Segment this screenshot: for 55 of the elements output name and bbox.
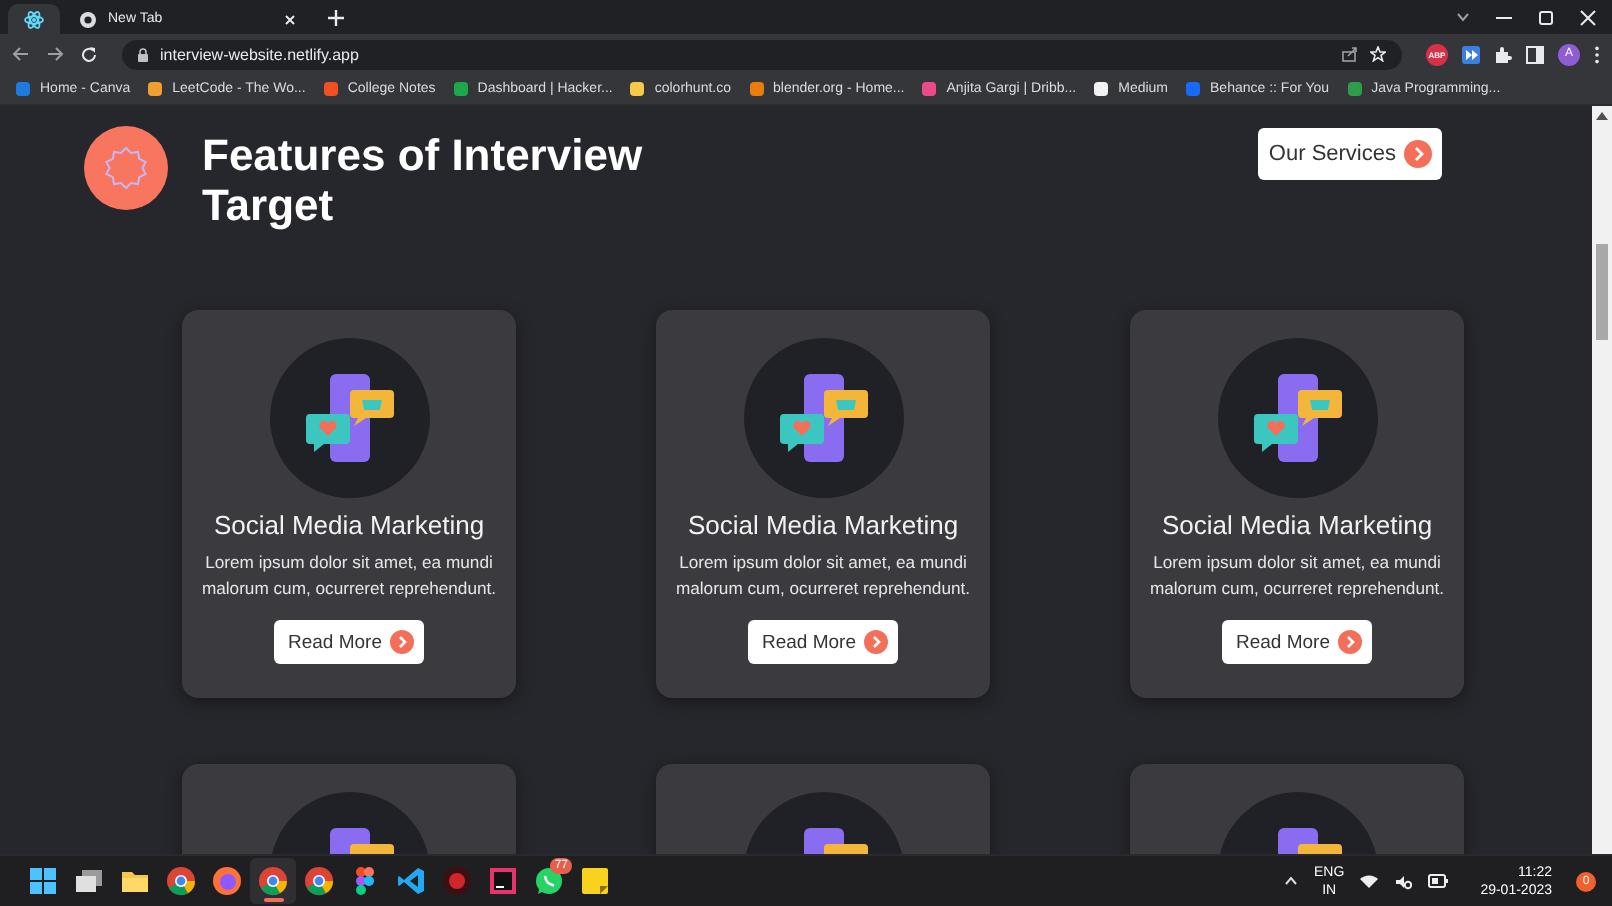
- card-description: Lorem ipsum dolor sit amet, ea mundi malorum cum, ocurreret reprehendunt.: [673, 550, 973, 602]
- figma-icon[interactable]: [350, 866, 380, 896]
- plus-icon[interactable]: [328, 10, 344, 26]
- section-title: Features of Interview Target: [202, 130, 645, 230]
- scrollbar-thumb[interactable]: [1596, 244, 1608, 340]
- battery-icon[interactable]: [1428, 874, 1449, 888]
- chevron-right-icon: [1338, 630, 1362, 654]
- folder-icon[interactable]: [120, 866, 150, 896]
- wifi-icon[interactable]: [1360, 874, 1379, 888]
- more-menu-icon[interactable]: [1594, 45, 1600, 63]
- firefox-icon[interactable]: [212, 866, 242, 896]
- maximize-icon[interactable]: [1538, 9, 1554, 25]
- forward-arrow-icon[interactable]: [46, 46, 64, 62]
- gear-outline-icon: [100, 142, 152, 194]
- windows-logo-icon[interactable]: [28, 866, 58, 896]
- star-icon[interactable]: [1370, 46, 1386, 62]
- read-more-button[interactable]: Read More: [274, 620, 424, 664]
- reload-icon[interactable]: [80, 45, 98, 63]
- back-arrow-icon[interactable]: [12, 46, 30, 62]
- url-text: interview-website.netlify.app: [160, 45, 361, 63]
- chevron-up-icon[interactable]: [1284, 876, 1299, 886]
- sticky-note-icon[interactable]: [580, 866, 610, 896]
- browser-tab[interactable]: [8, 4, 60, 34]
- code-editor-icon[interactable]: [396, 866, 426, 896]
- chrome-icon: [80, 11, 96, 27]
- chevron-down-icon[interactable]: [1456, 12, 1470, 22]
- chrome-icon[interactable]: [166, 866, 196, 896]
- card-title: Social Media Marketing: [1161, 510, 1433, 540]
- read-more-button[interactable]: Read More: [1222, 620, 1372, 664]
- speaker-icon[interactable]: [1394, 873, 1413, 889]
- scroll-up-icon[interactable]: [1596, 112, 1608, 120]
- card-title: Social Media Marketing: [687, 510, 959, 540]
- forward-extension-icon[interactable]: [1462, 45, 1480, 63]
- puzzle-icon[interactable]: [1494, 45, 1512, 63]
- chevron-right-icon: [864, 630, 888, 654]
- chrome-icon[interactable]: [258, 866, 288, 896]
- card-title: Social Media Marketing: [213, 510, 485, 540]
- chat-app-icon[interactable]: [534, 866, 564, 896]
- card-description: Lorem ipsum dolor sit amet, ea mundi malorum cum, ocurreret reprehendunt.: [1147, 550, 1447, 602]
- lock-icon: [138, 47, 148, 61]
- ide-app-icon[interactable]: [488, 866, 518, 896]
- chevron-right-icon: [1404, 140, 1432, 168]
- read-more-button[interactable]: Read More: [748, 620, 898, 664]
- close-icon[interactable]: [1580, 9, 1596, 25]
- task-view-icon[interactable]: [74, 866, 104, 896]
- share-icon[interactable]: [1342, 46, 1358, 62]
- side-panel-icon[interactable]: [1526, 45, 1544, 63]
- card-description: Lorem ipsum dolor sit amet, ea mundi malorum cum, ocurreret reprehendunt.: [199, 550, 499, 602]
- chevron-right-icon: [390, 630, 414, 654]
- chrome-icon[interactable]: [304, 866, 334, 896]
- our-services-button[interactable]: Our Services: [1258, 128, 1442, 180]
- address-bar[interactable]: interview-website.netlify.app: [122, 39, 1402, 69]
- close-icon[interactable]: [284, 13, 296, 25]
- atom-icon: [24, 9, 44, 29]
- record-app-icon[interactable]: [442, 866, 472, 896]
